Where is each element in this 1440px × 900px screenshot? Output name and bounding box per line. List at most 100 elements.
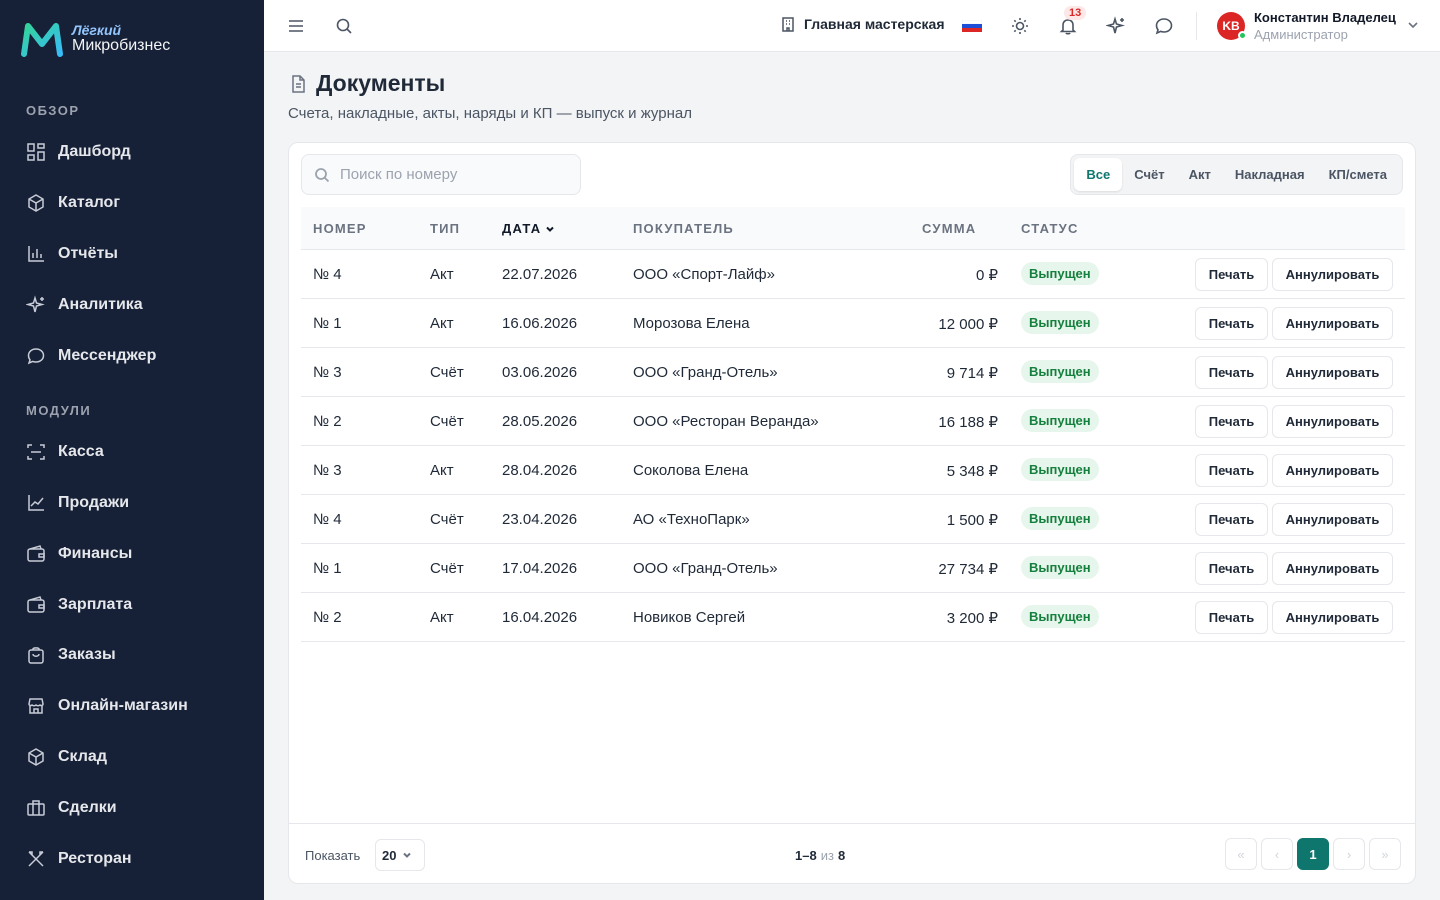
sidebar-item-cashier[interactable]: Касса <box>26 440 104 464</box>
table-row[interactable]: № 3 Счёт 03.06.2026 ООО «Гранд-Отель» 9 714 … <box>301 348 1405 397</box>
sidebar-item-sales[interactable]: Продажи <box>26 491 129 515</box>
column-buyer[interactable]: ПОКУПАТЕЛЬ <box>633 221 734 236</box>
print-button[interactable]: Печать <box>1195 307 1268 340</box>
table-row[interactable]: № 3 Акт 28.04.2026 Соколова Елена 5 348 ₽ Вып… <box>301 446 1405 495</box>
print-button[interactable]: Печать <box>1195 258 1268 291</box>
sidebar-item-label: Дашборд <box>58 143 131 160</box>
next-page-button[interactable]: › <box>1333 838 1365 870</box>
sidebar-item-reports[interactable]: Отчёты <box>26 242 118 266</box>
sidebar-item-deals[interactable]: Сделки <box>26 796 117 820</box>
warehouse-icon <box>28 748 44 766</box>
column-sum[interactable]: СУММА <box>922 221 976 236</box>
print-button[interactable]: Печать <box>1195 454 1268 487</box>
table-row[interactable]: № 2 Счёт 28.05.2026 ООО «Ресторан Веранда» 1… <box>301 397 1405 446</box>
status-badge: Выпущен <box>1021 311 1099 334</box>
russia-flag-icon[interactable] <box>962 20 982 32</box>
theme-sun-icon[interactable] <box>1010 16 1030 36</box>
store-icon <box>28 698 44 714</box>
print-button[interactable]: Печать <box>1195 601 1268 634</box>
sidebar-item-online-store[interactable]: Онлайн-магазин <box>26 694 188 718</box>
brand[interactable]: Лёгкий Микробизнес <box>20 20 170 58</box>
status-badge: Выпущен <box>1021 360 1099 383</box>
page-button-current[interactable]: 1 <box>1297 838 1329 870</box>
sidebar-item-restaurant[interactable]: Ресторан <box>26 847 132 871</box>
cell-sum: 12 000 ₽ <box>938 316 998 333</box>
cancel-document-button[interactable]: Аннулировать <box>1272 601 1393 634</box>
sidebar-item-warehouse[interactable]: Склад <box>26 745 107 769</box>
last-page-button[interactable]: » <box>1369 838 1401 870</box>
sidebar-item-catalog[interactable]: Каталог <box>26 191 120 215</box>
catalog-icon <box>28 194 44 212</box>
page-title: Документы <box>288 70 445 97</box>
chevron-down-icon[interactable] <box>1406 18 1420 32</box>
search-input[interactable] <box>340 166 560 183</box>
brand-name: Микробизнес <box>72 37 171 54</box>
sidebar-item-messenger[interactable]: Мессенджер <box>26 344 156 368</box>
filter-waybill[interactable]: Накладная <box>1223 158 1317 191</box>
cell-number: № 4 <box>313 266 342 283</box>
range-of: из <box>820 848 834 863</box>
sidebar-item-orders[interactable]: Заказы <box>26 643 116 667</box>
cancel-document-button[interactable]: Аннулировать <box>1272 405 1393 438</box>
status-badge: Выпущен <box>1021 507 1099 530</box>
range-value: 1–8 <box>795 848 817 863</box>
table-row[interactable]: № 4 Счёт 23.04.2026 АО «ТехноПарк» 1 500 ₽ Вы… <box>301 495 1405 544</box>
filter-invoice[interactable]: Счёт <box>1122 158 1176 191</box>
print-button[interactable]: Печать <box>1195 503 1268 536</box>
online-status-dot <box>1238 31 1247 40</box>
table-row[interactable]: № 1 Счёт 17.04.2026 ООО «Гранд-Отель» 27 734… <box>301 544 1405 593</box>
search-box[interactable] <box>301 154 581 195</box>
print-button[interactable]: Печать <box>1195 356 1268 389</box>
filter-quote[interactable]: КП/смета <box>1317 158 1399 191</box>
page-size-select[interactable]: 20 <box>375 839 425 871</box>
restaurant-icon <box>28 851 44 867</box>
sidebar-item-dashboard[interactable]: Дашборд <box>26 140 131 164</box>
column-date[interactable]: ДАТА <box>502 221 555 236</box>
cell-number: № 1 <box>313 560 342 577</box>
print-button[interactable]: Печать <box>1195 552 1268 585</box>
double-chevron-right-icon: » <box>1381 846 1389 862</box>
cell-sum: 5 348 ₽ <box>946 463 998 480</box>
cashier-icon <box>27 444 45 460</box>
menu-icon[interactable] <box>286 16 306 36</box>
table-row[interactable]: № 2 Акт 16.04.2026 Новиков Сергей 3 200 ₽ Вып… <box>301 593 1405 642</box>
sidebar-item-label: Ресторан <box>58 850 132 867</box>
cancel-document-button[interactable]: Аннулировать <box>1272 454 1393 487</box>
workspace-name: Главная мастерская <box>804 16 945 32</box>
first-page-button[interactable]: « <box>1225 838 1257 870</box>
cell-number: № 3 <box>313 364 342 381</box>
filter-act[interactable]: Акт <box>1177 158 1223 191</box>
workspace-selector[interactable]: Главная мастерская <box>780 16 945 32</box>
column-status[interactable]: СТАТУС <box>1021 221 1079 236</box>
table-row[interactable]: № 1 Акт 16.06.2026 Морозова Елена 12 000 ₽ Вы… <box>301 299 1405 348</box>
sidebar-item-label: Продажи <box>58 494 130 511</box>
search-icon[interactable] <box>334 16 354 36</box>
cell-sum: 27 734 ₽ <box>938 561 998 578</box>
cancel-document-button[interactable]: Аннулировать <box>1272 307 1393 340</box>
chat-icon[interactable] <box>1154 16 1174 36</box>
messenger-icon <box>27 348 45 365</box>
search-icon <box>315 167 330 182</box>
page-title-text: Документы <box>316 70 446 96</box>
sidebar-item-analytics[interactable]: Аналитика <box>26 293 143 317</box>
prev-page-button[interactable]: ‹ <box>1261 838 1293 870</box>
sparkle-icon[interactable] <box>1104 16 1126 36</box>
chevron-left-icon: ‹ <box>1274 846 1280 862</box>
table-row[interactable]: № 4 Акт 22.07.2026 ООО «Спорт-Лайф» 0 ₽ Выпущ… <box>301 250 1405 299</box>
print-button[interactable]: Печать <box>1195 405 1268 438</box>
user-name[interactable]: Константин Владелец <box>1254 10 1396 25</box>
cell-number: № 4 <box>313 511 342 528</box>
cancel-document-button[interactable]: Аннулировать <box>1272 552 1393 585</box>
column-type[interactable]: ТИП <box>430 221 460 236</box>
cancel-document-button[interactable]: Аннулировать <box>1272 356 1393 389</box>
sidebar-item-label: Заказы <box>58 646 116 663</box>
column-number[interactable]: НОМЕР <box>313 221 367 236</box>
chevron-down-icon <box>403 852 412 858</box>
section-modules: МОДУЛИ <box>26 403 92 418</box>
sidebar-item-salary[interactable]: Зарплата <box>26 593 132 617</box>
cell-type: Акт <box>430 462 454 479</box>
cancel-document-button[interactable]: Аннулировать <box>1272 258 1393 291</box>
filter-all[interactable]: Все <box>1074 158 1123 191</box>
sidebar-item-finance[interactable]: Финансы <box>26 542 132 566</box>
cancel-document-button[interactable]: Аннулировать <box>1272 503 1393 536</box>
